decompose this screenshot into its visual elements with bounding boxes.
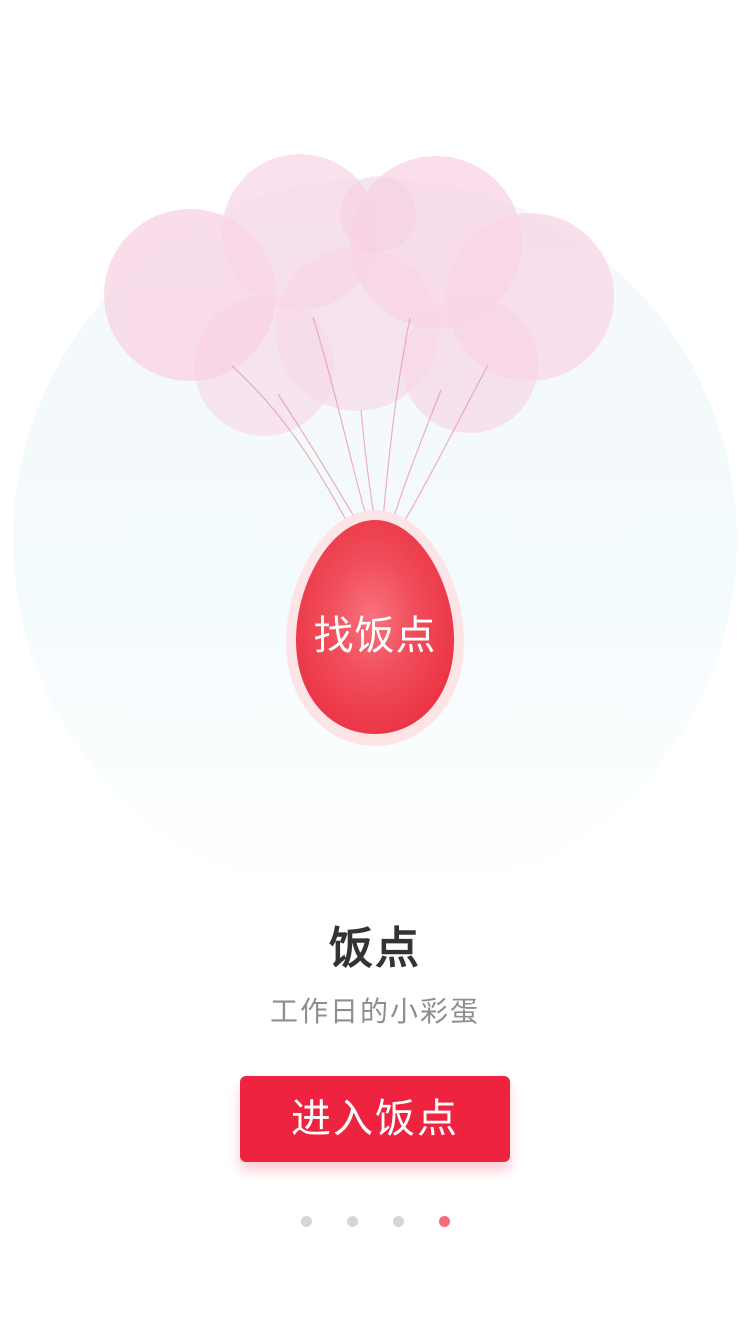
pagination-dots: [0, 1216, 750, 1230]
egg-label: 找饭点: [313, 613, 437, 659]
balloon-egg-illustration: [13, 154, 737, 880]
enter-fandian-button[interactable]: 进入饭点: [240, 1076, 510, 1162]
page-subtitle: 工作日的小彩蛋: [269, 995, 480, 1028]
pagination-dot-1[interactable]: [300, 1216, 312, 1227]
page-title: 饭点: [329, 923, 421, 974]
pagination-dot-3[interactable]: [392, 1216, 404, 1227]
pagination-dot-2[interactable]: [346, 1216, 358, 1227]
pagination-dot-4-active[interactable]: [438, 1216, 450, 1227]
hero-illustration: 找饭点: [0, 0, 750, 880]
